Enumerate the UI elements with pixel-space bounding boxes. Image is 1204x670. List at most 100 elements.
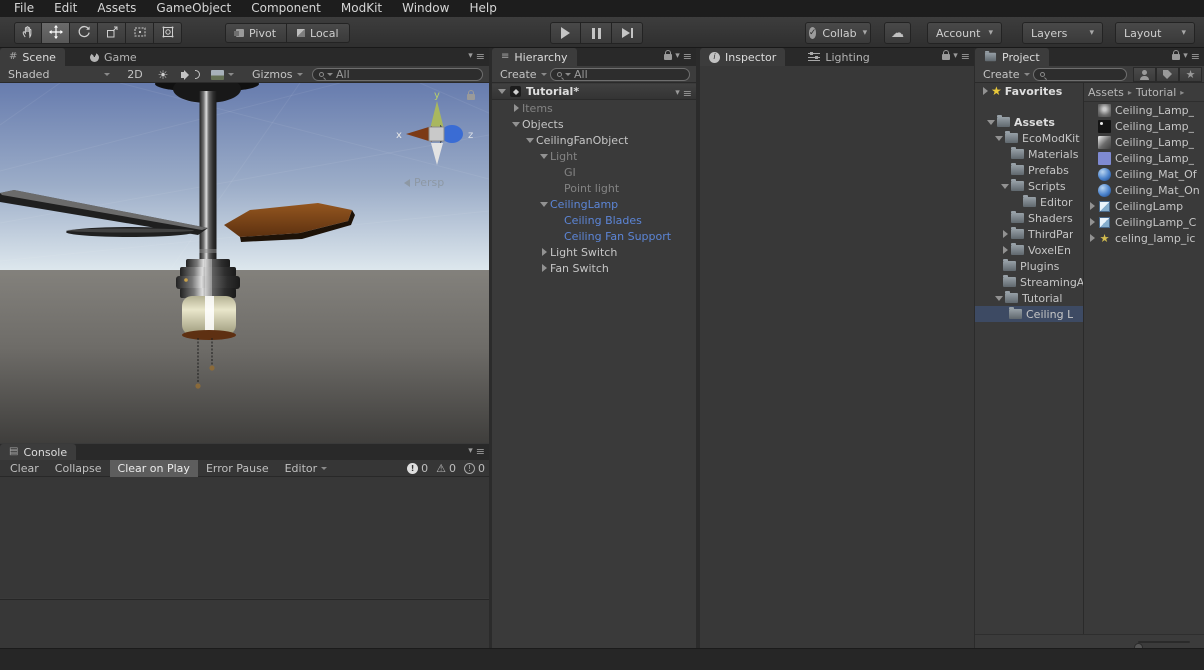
2d-toggle-button[interactable]: 2D — [122, 68, 148, 81]
hierarchy-item-items[interactable]: Items — [492, 100, 696, 116]
layout-dropdown[interactable]: Layout ▾ — [1115, 22, 1195, 44]
rotate-tool-button[interactable] — [70, 22, 98, 44]
tree-item-assets[interactable]: Assets — [975, 114, 1083, 130]
play-button[interactable] — [550, 22, 581, 44]
gizmos-dropdown[interactable]: Gizmos — [248, 68, 306, 81]
hierarchy-search-input[interactable]: All — [550, 68, 690, 81]
tree-item-streamingassets[interactable]: StreamingA — [975, 274, 1083, 290]
hierarchy-item-fan-switch[interactable]: Fan Switch — [492, 260, 696, 276]
hierarchy-item-light-switch[interactable]: Light Switch — [492, 244, 696, 260]
tree-item-tutorial[interactable]: Tutorial — [975, 290, 1083, 306]
foldout-open-icon[interactable] — [993, 296, 1005, 301]
console-panel-menu[interactable]: ▾ ≡ — [468, 446, 485, 457]
layers-dropdown[interactable]: Layers ▾ — [1022, 22, 1103, 44]
scale-tool-button[interactable] — [98, 22, 126, 44]
account-dropdown[interactable]: Account ▾ — [927, 22, 1002, 44]
warning-count-badge[interactable]: ⚠ 0 — [436, 462, 456, 475]
tree-item-plugins[interactable]: Plugins — [975, 258, 1083, 274]
console-log-list[interactable] — [0, 477, 489, 598]
foldout-open-icon[interactable] — [538, 154, 550, 159]
pause-button[interactable] — [581, 22, 612, 44]
menu-help[interactable]: Help — [459, 0, 506, 17]
inspector-panel-menu[interactable]: ▾ ≡ — [942, 51, 970, 62]
hierarchy-item-ceiling-fan-support[interactable]: Ceiling Fan Support — [492, 228, 696, 244]
scene-search-input[interactable]: All — [312, 68, 483, 81]
file-row[interactable]: ★celing_lamp_ic — [1084, 230, 1204, 246]
file-row[interactable]: Ceiling_Mat_On — [1084, 182, 1204, 198]
file-row[interactable]: CeilingLamp_C — [1084, 214, 1204, 230]
collab-dropdown[interactable]: ✓ Collab ▾ — [805, 22, 871, 44]
hand-tool-button[interactable] — [14, 22, 42, 44]
rect-tool-button[interactable] — [126, 22, 154, 44]
step-button[interactable] — [612, 22, 643, 44]
tree-item-prefabs[interactable]: Prefabs — [975, 162, 1083, 178]
editor-dropdown[interactable]: Editor — [277, 460, 336, 477]
local-button[interactable]: Local — [287, 23, 350, 43]
collapse-button[interactable]: Collapse — [47, 460, 110, 477]
hierarchy-item-objects[interactable]: Objects — [492, 116, 696, 132]
tab-game[interactable]: Game — [81, 48, 146, 66]
hierarchy-item-ceiling-blades[interactable]: Ceiling Blades — [492, 212, 696, 228]
foldout-open-icon[interactable] — [985, 120, 997, 125]
menu-assets[interactable]: Assets — [87, 0, 146, 17]
tab-lighting[interactable]: Lighting — [799, 48, 878, 66]
scene-gizmo[interactable]: y x z — [394, 89, 480, 175]
tab-inspector[interactable]: i Inspector — [700, 48, 785, 66]
scene-effects-dropdown[interactable] — [206, 68, 238, 81]
foldout-closed-icon[interactable] — [999, 246, 1011, 254]
foldout-closed-icon[interactable] — [979, 87, 991, 95]
create-dropdown[interactable]: Create — [979, 68, 1027, 81]
foldout-open-icon[interactable] — [999, 184, 1011, 189]
hierarchy-item-light[interactable]: Light — [492, 148, 696, 164]
foldout-closed-icon[interactable] — [1086, 202, 1098, 210]
menu-component[interactable]: Component — [241, 0, 331, 17]
hierarchy-item-gi[interactable]: GI — [492, 164, 696, 180]
project-search-input[interactable] — [1033, 68, 1127, 81]
pivot-button[interactable]: Pivot — [225, 23, 287, 43]
cloud-button[interactable]: ☁ — [884, 22, 911, 44]
tree-item-scripts[interactable]: Scripts — [975, 178, 1083, 194]
lock-icon[interactable] — [664, 54, 672, 60]
foldout-open-icon[interactable] — [538, 202, 550, 207]
search-by-type-button[interactable] — [1133, 67, 1156, 82]
hierarchy-item-ceilingfanobject[interactable]: CeilingFanObject — [492, 132, 696, 148]
menu-gameobject[interactable]: GameObject — [146, 0, 241, 17]
file-row[interactable]: Ceiling_Lamp_ — [1084, 150, 1204, 166]
menu-window[interactable]: Window — [392, 0, 459, 17]
file-row[interactable]: Ceiling_Lamp_ — [1084, 134, 1204, 150]
info-count-badge[interactable]: ! 0 — [464, 462, 485, 475]
favorites-filter-button[interactable]: ★ — [1179, 67, 1202, 82]
lock-icon[interactable] — [1172, 54, 1180, 60]
foldout-closed-icon[interactable] — [1086, 234, 1098, 242]
create-dropdown[interactable]: Create — [496, 68, 544, 81]
foldout-closed-icon[interactable] — [1086, 218, 1098, 226]
file-row[interactable]: Ceiling_Lamp_ — [1084, 102, 1204, 118]
tab-scene[interactable]: # Scene — [0, 48, 65, 66]
hierarchy-item-point-light[interactable]: Point light — [492, 180, 696, 196]
console-detail-pane[interactable] — [0, 599, 489, 648]
hierarchy-item-ceilinglamp[interactable]: CeilingLamp — [492, 196, 696, 212]
file-row[interactable]: Ceiling_Lamp_ — [1084, 118, 1204, 134]
tree-item-editor[interactable]: Editor — [975, 194, 1083, 210]
breadcrumb-tutorial[interactable]: Tutorial — [1136, 86, 1176, 99]
lock-icon[interactable] — [467, 94, 475, 100]
scene-audio-toggle[interactable] — [178, 68, 202, 81]
tree-item-voxelengine[interactable]: VoxelEn — [975, 242, 1083, 258]
lock-icon[interactable] — [942, 54, 950, 60]
scene-lighting-toggle[interactable]: ☀ — [152, 68, 174, 81]
foldout-open-icon[interactable] — [524, 138, 536, 143]
error-count-badge[interactable]: ! 0 — [407, 462, 428, 475]
tree-item-materials[interactable]: Materials — [975, 146, 1083, 162]
foldout-open-icon[interactable] — [510, 122, 522, 127]
clear-on-play-button[interactable]: Clear on Play — [110, 460, 198, 477]
clear-button[interactable]: Clear — [2, 460, 47, 477]
shading-mode-dropdown[interactable]: Shaded — [4, 68, 114, 81]
search-by-label-button[interactable] — [1156, 67, 1179, 82]
menu-modkit[interactable]: ModKit — [331, 0, 392, 17]
tree-item-shaders[interactable]: Shaders — [975, 210, 1083, 226]
hierarchy-panel-menu[interactable]: ▾ ≡ — [664, 51, 692, 62]
tree-item-ecomodkit[interactable]: EcoModKit — [975, 130, 1083, 146]
perspective-toggle[interactable]: Persp — [404, 176, 444, 189]
foldout-open-icon[interactable] — [496, 89, 508, 94]
project-panel-menu[interactable]: ▾ ≡ — [1172, 51, 1200, 62]
